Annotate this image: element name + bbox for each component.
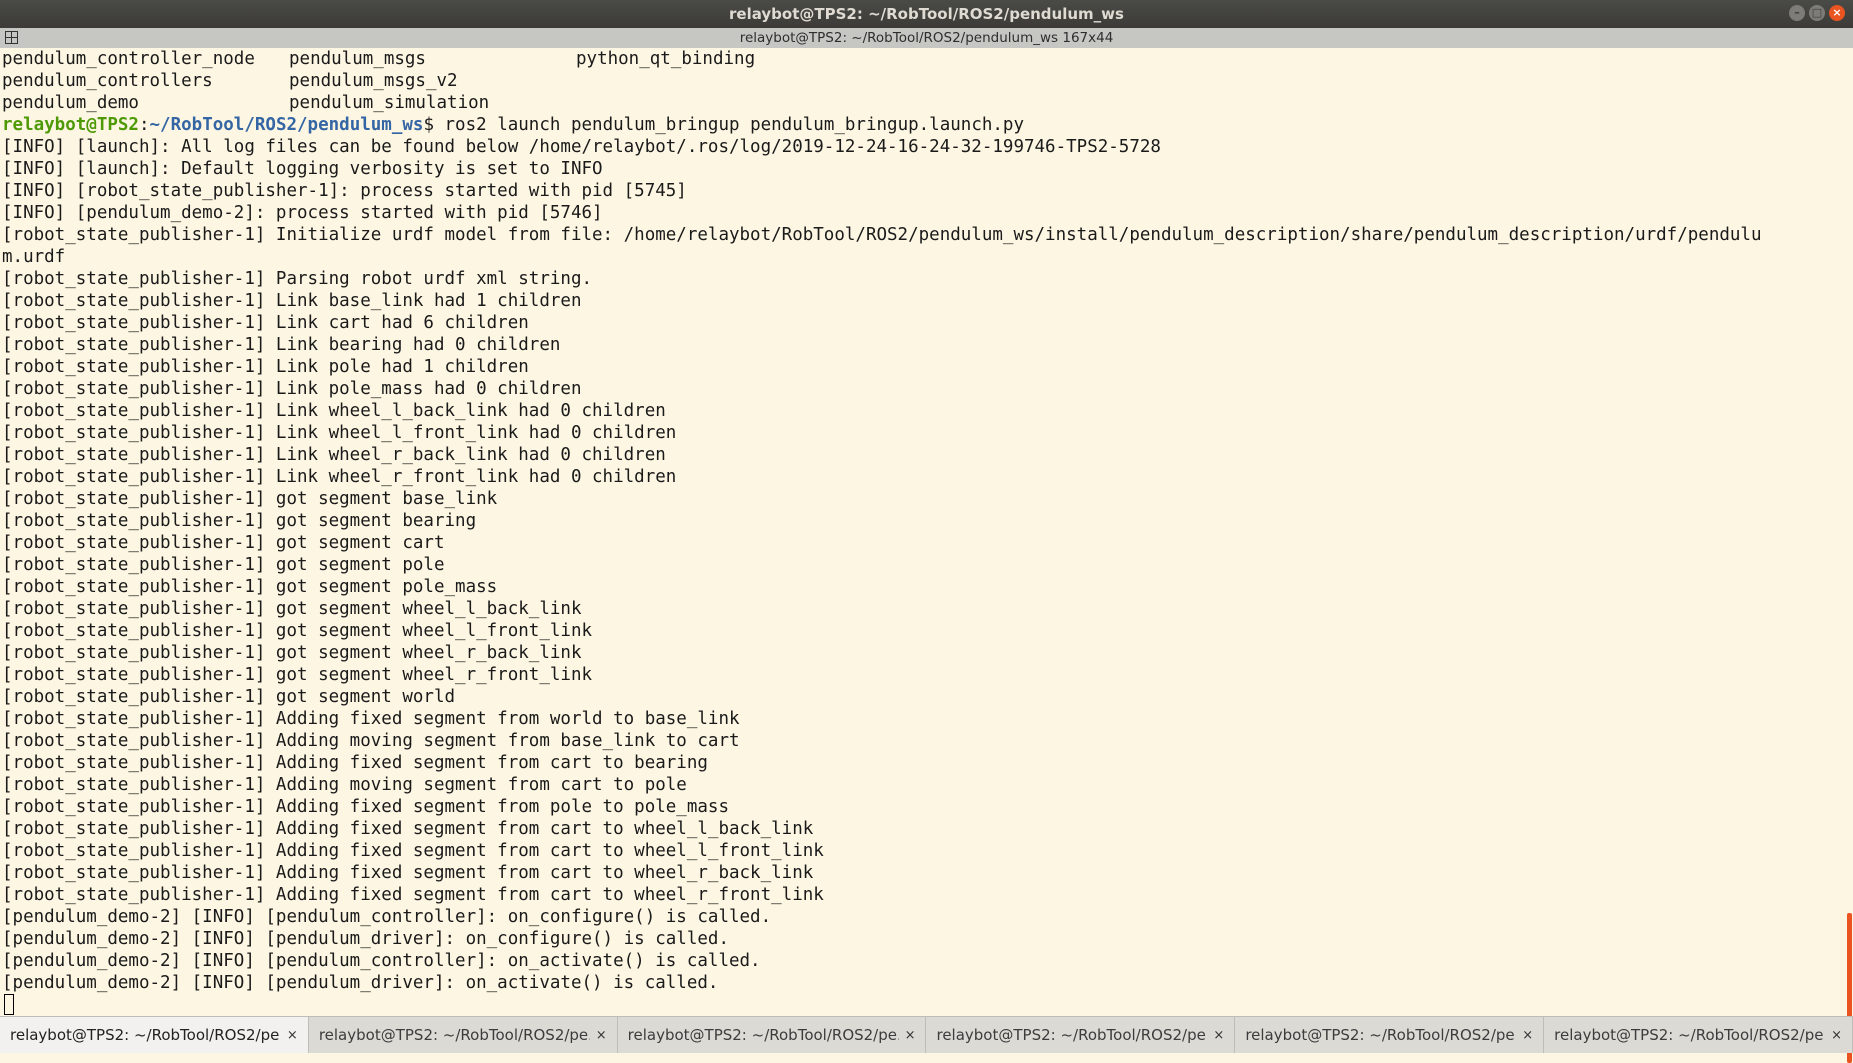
command-output: [INFO] [launch]: All log files can be fo… [0,136,1845,994]
tab-bar: relaybot@TPS2: ~/RobTool/ROS2/pe... × rela… [0,1016,1853,1053]
tab-terminal[interactable]: relaybot@TPS2: ~/RobTool/ROS2/pe... × [309,1017,618,1053]
output-line: [robot_state_publisher-1] Adding moving … [2,775,687,795]
output-line: [robot_state_publisher-1] Link wheel_r_b… [2,445,666,465]
output-line: [INFO] [launch]: Default logging verbosi… [2,159,603,179]
output-line: [robot_state_publisher-1] got segment ba… [2,489,498,509]
tab-terminal[interactable]: relaybot@TPS2: ~/RobTool/ROS2/pe... × [926,1017,1236,1053]
output-line: [robot_state_publisher-1] Initialize urd… [2,225,1762,245]
ls-row: pendulum_demo pendulum_simulation [0,92,1845,114]
output-line: [robot_state_publisher-1] Adding fixed s… [2,709,740,729]
split-grid-icon[interactable] [5,31,18,44]
minimize-button[interactable]: – [1789,5,1805,21]
tab-close-icon[interactable]: × [1522,1028,1533,1043]
tab-terminal[interactable]: relaybot@TPS2: ~/RobTool/ROS2/pe... × [1235,1017,1545,1053]
tab-close-icon[interactable]: × [905,1028,916,1043]
close-button[interactable]: × [1829,5,1845,21]
output-line: [robot_state_publisher-1] got segment po… [2,555,445,575]
ls-row: pendulum_controllers pendulum_msgs_v2 [0,70,1845,92]
ls-entry: python_qt_binding [576,49,756,69]
output-line: [pendulum_demo-2] [INFO] [pendulum_contr… [2,951,761,971]
output-line: [robot_state_publisher-1] Link wheel_l_f… [2,423,677,443]
output-line: [robot_state_publisher-1] Adding fixed s… [2,863,814,883]
output-line: [pendulum_demo-2] [INFO] [pendulum_drive… [2,973,719,993]
output-line: [robot_state_publisher-1] Adding fixed s… [2,797,729,817]
tab-terminal[interactable]: relaybot@TPS2: ~/RobTool/ROS2/pe... × [0,1017,309,1053]
output-line: [robot_state_publisher-1] Link pole had … [2,357,529,377]
output-line: [robot_state_publisher-1] got segment po… [2,577,498,597]
terminal-scrollbar[interactable] [1845,48,1853,1063]
tab-label: relaybot@TPS2: ~/RobTool/ROS2/pe... [318,1026,590,1044]
output-line: [robot_state_publisher-1] Adding fixed s… [2,841,824,861]
tab-close-icon[interactable]: × [287,1028,298,1043]
output-line: [INFO] [launch]: All log files can be fo… [2,137,1161,157]
output-line: [pendulum_demo-2] [INFO] [pendulum_contr… [2,907,772,927]
output-line: [robot_state_publisher-1] got segment wh… [2,599,582,619]
window-title: relaybot@TPS2: ~/RobTool/ROS2/pendulum_w… [729,5,1124,23]
window-titlebar: relaybot@TPS2: ~/RobTool/ROS2/pendulum_w… [0,0,1853,28]
tab-close-icon[interactable]: × [1213,1028,1224,1043]
output-line: [robot_state_publisher-1] got segment wh… [2,621,593,641]
tab-close-icon[interactable]: × [1831,1028,1842,1043]
output-line: [INFO] [pendulum_demo-2]: process starte… [2,203,603,223]
output-line: [robot_state_publisher-1] got segment wo… [2,687,456,707]
output-line: [robot_state_publisher-1] got segment wh… [2,665,593,685]
prompt-path: ~/RobTool/ROS2/pendulum_ws [149,115,424,135]
tab-close-icon[interactable]: × [596,1028,607,1043]
output-line: [robot_state_publisher-1] got segment be… [2,511,477,531]
output-line: [INFO] [robot_state_publisher-1]: proces… [2,181,687,201]
ls-entry: pendulum_simulation [289,93,490,113]
output-line: [robot_state_publisher-1] Link cart had … [2,313,529,333]
tab-label: relaybot@TPS2: ~/RobTool/ROS2/pe... [936,1026,1208,1044]
prompt-separator: : [138,115,150,135]
output-line: [robot_state_publisher-1] Link bearing h… [2,335,561,355]
ls-row: pendulum_controller_node pendulum_msgs pyt… [0,48,1845,70]
output-line: [robot_state_publisher-1] got segment wh… [2,643,582,663]
maximize-button[interactable]: □ [1809,5,1825,21]
output-line: [robot_state_publisher-1] Link base_link… [2,291,582,311]
output-line: [robot_state_publisher-1] got segment ca… [2,533,445,553]
tab-label: relaybot@TPS2: ~/RobTool/ROS2/pe... [10,1026,281,1044]
output-line: [robot_state_publisher-1] Adding fixed s… [2,753,708,773]
text-cursor [4,994,14,1015]
output-line: [robot_state_publisher-1] Adding fixed s… [2,885,824,905]
ls-entry: pendulum_demo [2,93,139,113]
tab-terminal[interactable]: relaybot@TPS2: ~/RobTool/ROS2/pe... × [618,1017,927,1053]
tab-label: relaybot@TPS2: ~/RobTool/ROS2/pe... [1245,1026,1517,1044]
ls-entry: pendulum_msgs [289,49,426,69]
output-line: [robot_state_publisher-1] Parsing robot … [2,269,593,289]
output-line: [robot_state_publisher-1] Adding fixed s… [2,819,814,839]
pane-title: relaybot@TPS2: ~/RobTool/ROS2/pendulum_w… [739,30,1114,46]
ls-entry: pendulum_msgs_v2 [289,71,458,91]
terminal-output[interactable]: pendulum_controller_node pendulum_msgs pyt… [0,48,1845,1016]
tab-label: relaybot@TPS2: ~/RobTool/ROS2/pe... [1554,1026,1826,1044]
ls-entry: pendulum_controllers [2,71,213,91]
ls-listing: pendulum_controller_node pendulum_msgs pyt… [0,48,1845,114]
prompt-user: relaybot@TPS2 [2,115,139,135]
tab-terminal[interactable]: relaybot@TPS2: ~/RobTool/ROS2/pe... × [1544,1017,1853,1053]
window-controls: – □ × [1789,5,1845,21]
cursor-line [0,994,1845,1016]
output-line: [pendulum_demo-2] [INFO] [pendulum_drive… [2,929,729,949]
output-line: [robot_state_publisher-1] Link wheel_l_b… [2,401,666,421]
output-line: [robot_state_publisher-1] Link pole_mass… [2,379,582,399]
tab-label: relaybot@TPS2: ~/RobTool/ROS2/pe... [627,1026,899,1044]
output-line: [robot_state_publisher-1] Link wheel_r_f… [2,467,677,487]
ls-entry: pendulum_controller_node [2,49,255,69]
prompt-line: relaybot@TPS2:~/RobTool/ROS2/pendulum_ws… [0,114,1845,136]
output-line: [robot_state_publisher-1] Adding moving … [2,731,740,751]
pane-titlebar: relaybot@TPS2: ~/RobTool/ROS2/pendulum_w… [0,28,1853,48]
prompt-command: $ ros2 launch pendulum_bringup pendulum_… [423,115,1024,135]
output-line: m.urdf [2,247,66,267]
